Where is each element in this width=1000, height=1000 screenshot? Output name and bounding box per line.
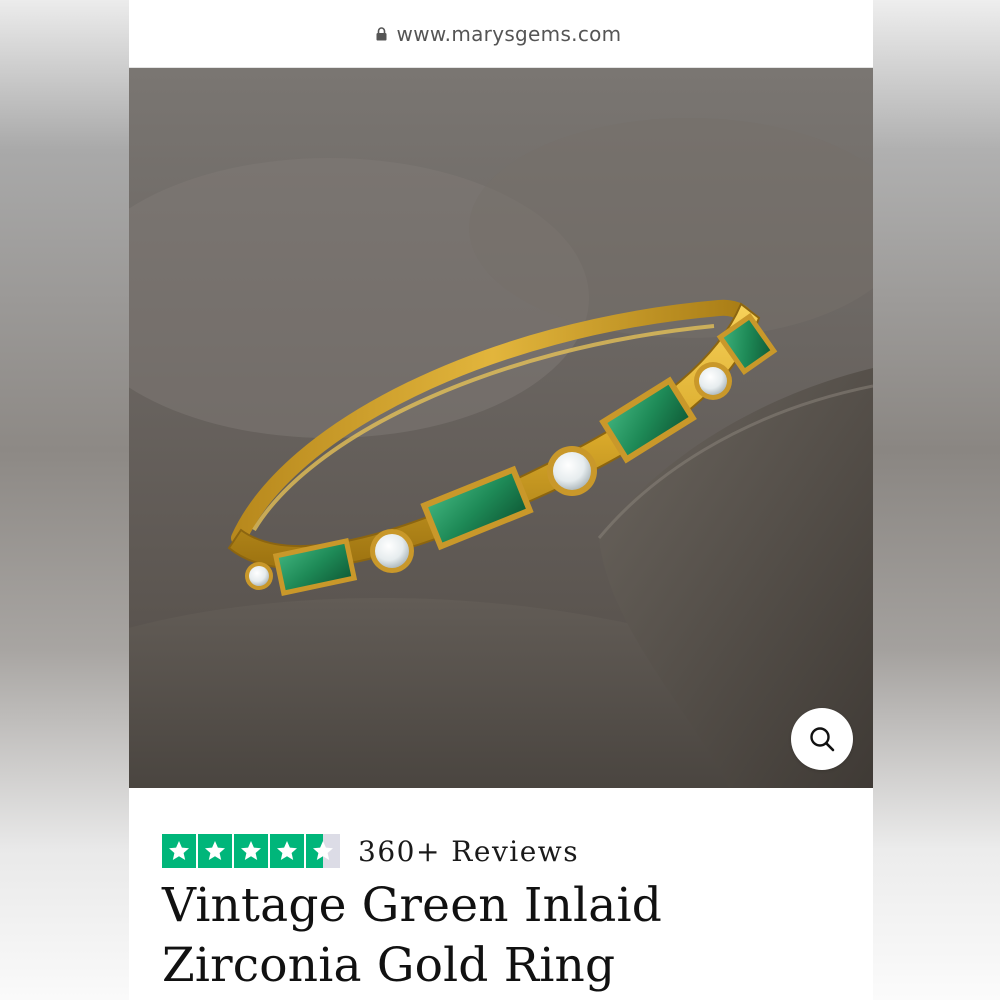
browser-address-bar[interactable]: www.marysgems.com bbox=[129, 0, 873, 68]
star-icon bbox=[162, 834, 196, 868]
left-blurred-background bbox=[0, 0, 129, 1000]
zoom-button[interactable] bbox=[791, 708, 853, 770]
rating-row[interactable]: 360+ Reviews bbox=[162, 834, 579, 868]
mobile-page: www.marysgems.com 360+ Reviews Vintage G… bbox=[129, 0, 873, 1000]
star-icon bbox=[270, 834, 304, 868]
star-icon bbox=[234, 834, 268, 868]
product-image[interactable] bbox=[129, 68, 873, 788]
magnifier-icon bbox=[808, 725, 836, 753]
product-info: 360+ Reviews Vintage Green Inlaid Zircon… bbox=[129, 788, 873, 1000]
right-blurred-background bbox=[873, 0, 1000, 1000]
half-star-icon bbox=[306, 834, 340, 868]
url-text: www.marysgems.com bbox=[396, 21, 622, 46]
star-icon bbox=[198, 834, 232, 868]
product-title: Vintage Green Inlaid Zirconia Gold Ring bbox=[162, 878, 663, 993]
reviews-count[interactable]: 360+ Reviews bbox=[358, 835, 579, 868]
star-rating bbox=[162, 834, 340, 868]
ring-photo bbox=[129, 68, 873, 788]
lock-icon bbox=[376, 27, 387, 41]
address-bar-content: www.marysgems.com bbox=[376, 22, 622, 46]
